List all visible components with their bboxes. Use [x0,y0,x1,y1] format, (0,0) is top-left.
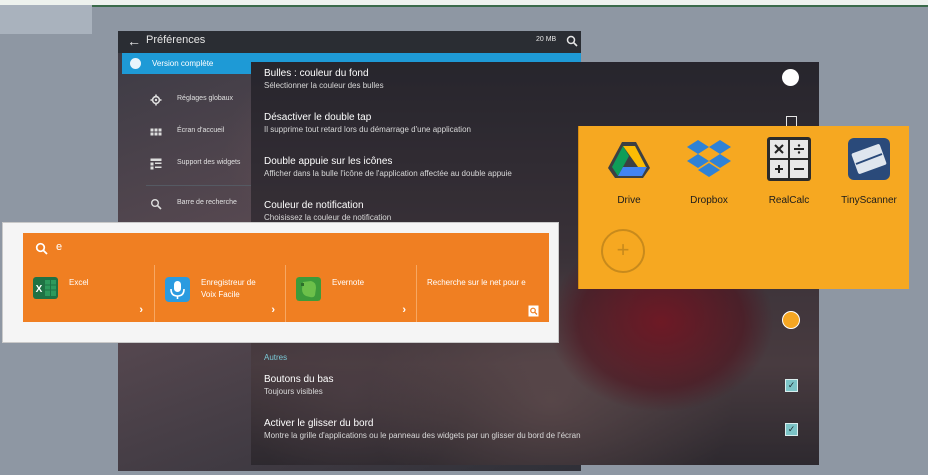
chevron-right-icon[interactable]: › [402,304,406,316]
preferences-toolbar: ← Préférences 20 MB [118,31,581,53]
app-tile-dropbox[interactable]: Dropbox [671,136,741,211]
dropbox-icon [687,140,731,177]
setting-subtitle: Choisissez la couleur de notification [264,213,392,222]
bottom-buttons-checkbox[interactable]: ✓ [785,379,798,392]
menu-item-home-screen[interactable]: Écran d'accueil [118,120,251,144]
search-result-evernote[interactable]: Evernote › [286,265,416,322]
grid-icon [150,128,162,136]
gear-icon [150,94,162,106]
app-tile-realcalc[interactable]: RealCalc [751,136,821,211]
search-input[interactable]: e [56,241,62,253]
bubble-color-swatch[interactable] [782,69,799,86]
search-result-excel[interactable]: X Excel › [23,265,153,322]
drive-icon [608,142,650,178]
menu-divider [146,185,251,186]
result-label: Excel [69,278,89,287]
window-top-border [0,0,928,7]
page-title: Préférences [146,34,206,46]
result-label: Evernote [332,278,365,287]
app-label: Drive [617,195,641,206]
search-results-card: e X Excel › Enregistreur de Voix Facile … [23,233,549,322]
chevron-right-icon[interactable]: › [139,304,143,316]
plus-icon: + [616,237,630,262]
menu-item-widget-support[interactable]: Support des widgets [118,152,251,176]
setting-subtitle: Il supprime tout retard lors du démarrag… [264,125,471,134]
calculator-icon [767,137,811,181]
svg-text:X: X [36,284,43,295]
web-search-icon [528,305,539,317]
menu-label: Écran d'accueil [177,127,225,134]
setting-title: Boutons du bas [264,374,334,385]
search-result-voice-recorder[interactable]: Enregistreur de Voix Facile › [155,265,285,322]
notification-color-swatch[interactable] [782,311,800,329]
result-label: Enregistreur de Voix Facile [201,278,256,299]
setting-title: Désactiver le double tap [264,112,372,123]
add-app-button[interactable]: + [601,229,645,273]
storage-size: 20 MB [536,36,557,43]
menu-label: Réglages globaux [177,95,234,102]
section-header-others: Autres [264,353,288,362]
evernote-icon [296,277,321,301]
excel-icon: X [33,277,58,299]
setting-subtitle: Toujours visibles [264,387,323,396]
widgets-icon [150,158,162,170]
menu-item-global-settings[interactable]: Réglages globaux [118,88,251,112]
setting-title: Activer le glisser du bord [264,418,374,429]
app-label: TinyScanner [841,195,897,206]
app-tile-drive[interactable]: Drive [591,136,661,211]
search-icon [151,199,162,210]
microphone-icon [165,277,190,302]
setting-subtitle: Afficher dans la bulle l'icône de l'appl… [264,169,512,178]
version-label: Version complète [152,59,214,68]
menu-item-search-bar[interactable]: Barre de recherche [118,192,251,216]
setting-subtitle: Montre la grille d'applications ou le pa… [264,431,581,440]
apps-folder-overlay: Drive Dropbox RealCalc TinyScanner + [578,126,909,289]
app-label: RealCalc [768,195,810,206]
app-tile-tinyscanner[interactable]: TinyScanner [831,136,901,211]
setting-title: Couleur de notification [264,200,364,211]
menu-label: Barre de recherche [177,199,237,206]
setting-title: Double appuie sur les icônes [264,156,393,167]
search-icon [35,242,48,255]
menu-label: Support des widgets [177,159,241,166]
setting-subtitle: Sélectionner la couleur des bulles [264,81,384,90]
background-corner [0,5,92,34]
search-result-web[interactable]: Recherche sur le net pour e [417,265,547,322]
app-label: Dropbox [690,195,728,206]
app-logo-icon [130,58,141,69]
scanner-icon [848,138,890,180]
search-results-overlay: e X Excel › Enregistreur de Voix Facile … [2,222,559,343]
chevron-right-icon[interactable]: › [271,304,275,316]
edge-swipe-checkbox[interactable]: ✓ [785,423,798,436]
back-arrow-icon[interactable]: ← [127,34,141,48]
setting-title: Bulles : couleur du fond [264,68,369,79]
result-label: Recherche sur le net pour e [427,278,526,287]
search-icon[interactable] [566,35,578,47]
